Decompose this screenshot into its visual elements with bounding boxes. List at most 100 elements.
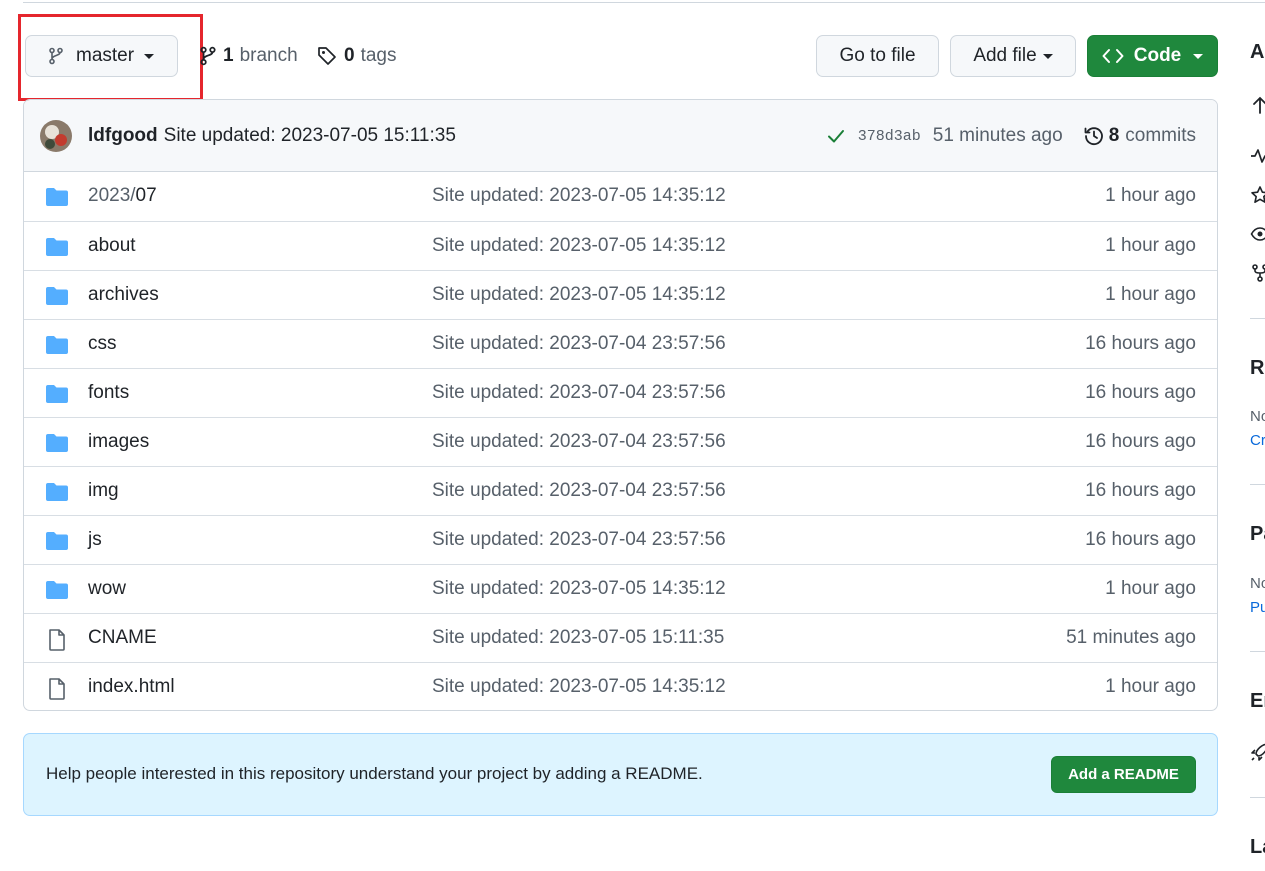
file-name[interactable]: images <box>88 431 149 453</box>
sidebar-divider <box>1250 318 1265 319</box>
file-name-text: about <box>88 235 136 256</box>
top-divider <box>23 2 1265 3</box>
commit-message[interactable]: Site updated: 2023-07-05 15:11:35 <box>164 125 456 147</box>
file-name[interactable]: CNAME <box>88 627 157 649</box>
code-label: Code <box>1133 45 1182 66</box>
folder-icon <box>45 531 69 551</box>
add-file-label: Add file <box>973 45 1037 66</box>
packages-heading: Pa <box>1250 523 1265 545</box>
chevron-down-icon <box>144 53 155 59</box>
add-readme-button[interactable]: Add a README <box>1051 756 1196 793</box>
file-name[interactable]: 2023/07 <box>88 185 157 207</box>
branch-count: 1 <box>223 45 234 66</box>
file-name[interactable]: index.html <box>88 676 175 698</box>
file-row[interactable]: fonts Site updated: 2023-07-04 23:57:56 … <box>24 368 1217 417</box>
file-name[interactable]: about <box>88 235 136 257</box>
releases-heading: Re <box>1250 357 1265 379</box>
file-name-text: img <box>88 480 119 501</box>
file-name[interactable]: wow <box>88 578 126 600</box>
folder-icon <box>45 482 69 502</box>
commit-count: 8 <box>1108 125 1120 146</box>
go-to-file-button[interactable]: Go to file <box>816 35 939 77</box>
file-name[interactable]: css <box>88 333 117 355</box>
file-icon <box>45 678 69 700</box>
fork-icon[interactable] <box>1250 263 1265 283</box>
folder-icon <box>45 335 69 355</box>
branches-link[interactable]: 1 branch <box>199 42 298 70</box>
commit-author[interactable]: ldfgood <box>88 125 158 147</box>
chevron-down-icon <box>1193 53 1204 59</box>
tags-link[interactable]: 0 tags <box>316 42 397 70</box>
folder-icon <box>45 433 69 453</box>
file-name-text: js <box>88 529 102 550</box>
file-commit-time: 16 hours ago <box>1085 480 1196 501</box>
file-row[interactable]: archives Site updated: 2023-07-05 14:35:… <box>24 270 1217 319</box>
file-commit-message[interactable]: Site updated: 2023-07-05 15:11:35 <box>432 627 724 649</box>
folder-icon <box>45 286 69 306</box>
file-row[interactable]: images Site updated: 2023-07-04 23:57:56… <box>24 417 1217 466</box>
commit-sha[interactable]: 378d3ab <box>858 128 921 145</box>
file-dir: 2023/ <box>88 185 136 206</box>
check-icon[interactable] <box>826 126 846 146</box>
sidebar-divider <box>1250 484 1265 485</box>
file-commit-time: 16 hours ago <box>1085 529 1196 550</box>
file-commit-time: 16 hours ago <box>1085 382 1196 403</box>
publish-package-link[interactable]: Pu <box>1250 599 1265 616</box>
about-heading: A <box>1250 41 1265 63</box>
file-name[interactable]: archives <box>88 284 159 306</box>
tag-icon <box>318 47 336 65</box>
file-row[interactable]: css Site updated: 2023-07-04 23:57:56 16… <box>24 319 1217 368</box>
file-commit-time: 1 hour ago <box>1105 284 1196 305</box>
file-name[interactable]: img <box>88 480 119 502</box>
star-icon[interactable] <box>1250 185 1265 205</box>
folder-icon <box>45 580 69 600</box>
file-commit-time: 1 hour ago <box>1105 578 1196 599</box>
create-release-link[interactable]: Cr <box>1250 432 1265 449</box>
file-row[interactable]: index.html Site updated: 2023-07-05 14:3… <box>24 662 1217 710</box>
git-branch-icon <box>200 46 216 66</box>
file-name[interactable]: js <box>88 529 102 551</box>
file-commit-message[interactable]: Site updated: 2023-07-05 14:35:12 <box>432 578 726 600</box>
file-row[interactable]: img Site updated: 2023-07-04 23:57:56 16… <box>24 466 1217 515</box>
file-name-text: CNAME <box>88 627 157 648</box>
readme-banner-text: Help people interested in this repositor… <box>46 764 703 783</box>
eye-icon[interactable] <box>1250 224 1265 244</box>
file-commit-message[interactable]: Site updated: 2023-07-04 23:57:56 <box>432 529 726 551</box>
packages-note: No <box>1250 575 1265 592</box>
commit-time: 51 minutes ago <box>932 125 1063 146</box>
branch-selector-button[interactable]: master <box>25 35 178 77</box>
file-commit-message[interactable]: Site updated: 2023-07-04 23:57:56 <box>432 480 726 502</box>
file-row[interactable]: about Site updated: 2023-07-05 14:35:12 … <box>24 221 1217 270</box>
languages-heading: La <box>1250 836 1265 858</box>
file-row[interactable]: wow Site updated: 2023-07-05 14:35:12 1 … <box>24 564 1217 613</box>
file-commit-message[interactable]: Site updated: 2023-07-04 23:57:56 <box>432 382 726 404</box>
file-commit-message[interactable]: Site updated: 2023-07-04 23:57:56 <box>432 431 726 453</box>
sidebar-divider <box>1250 797 1265 798</box>
file-row[interactable]: 2023/07 Site updated: 2023-07-05 14:35:1… <box>24 172 1217 221</box>
file-commit-time: 16 hours ago <box>1085 333 1196 354</box>
file-commit-message[interactable]: Site updated: 2023-07-04 23:57:56 <box>432 333 726 355</box>
add-file-button[interactable]: Add file <box>950 35 1076 77</box>
file-name-text: wow <box>88 578 127 599</box>
code-button[interactable]: Code <box>1087 35 1218 77</box>
file-name[interactable]: fonts <box>88 382 129 404</box>
avatar[interactable] <box>40 119 72 152</box>
file-commit-message[interactable]: Site updated: 2023-07-05 14:35:12 <box>432 235 726 257</box>
readme-banner: Help people interested in this repositor… <box>23 733 1218 816</box>
file-row[interactable]: js Site updated: 2023-07-04 23:57:56 16 … <box>24 515 1217 564</box>
file-commit-time: 16 hours ago <box>1085 431 1196 452</box>
rocket-icon[interactable] <box>1250 742 1265 762</box>
file-name-text: 07 <box>135 185 157 206</box>
activity-pulse-icon[interactable] <box>1250 146 1265 166</box>
file-commit-message[interactable]: Site updated: 2023-07-05 14:35:12 <box>432 284 726 306</box>
file-commit-message[interactable]: Site updated: 2023-07-05 14:35:12 <box>432 676 726 698</box>
file-commit-message[interactable]: Site updated: 2023-07-05 14:35:12 <box>432 185 726 207</box>
releases-note: No <box>1250 408 1265 425</box>
file-name-text: index.html <box>88 676 175 697</box>
sidebar-divider <box>1250 651 1265 652</box>
chevron-down-icon <box>1042 53 1053 59</box>
code-icon <box>1102 49 1124 63</box>
commits-history-link[interactable]: 8 commits <box>1083 125 1196 147</box>
upload-arrow-icon[interactable] <box>1250 95 1265 115</box>
file-row[interactable]: CNAME Site updated: 2023-07-05 15:11:35 … <box>24 613 1217 662</box>
